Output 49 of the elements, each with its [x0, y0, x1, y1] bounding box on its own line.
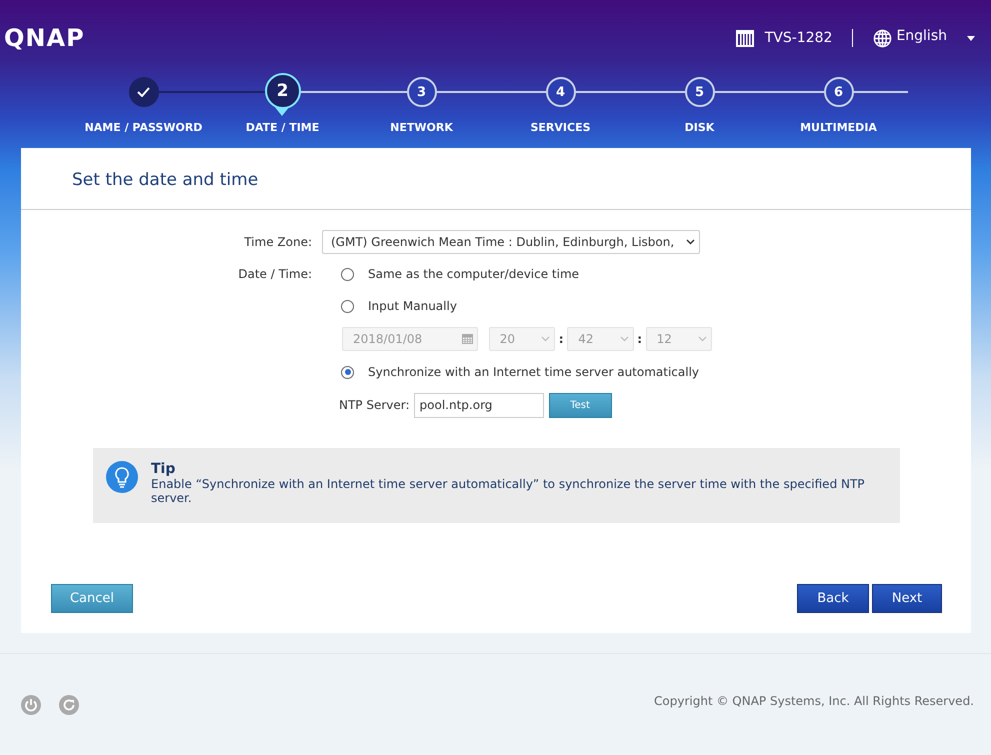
time-separator: : — [558, 332, 565, 346]
card-title: Set the date and time — [21, 148, 971, 210]
radio-button[interactable] — [341, 268, 354, 280]
step-label: NETWORK — [390, 121, 453, 134]
step-label: MULTIMEDIA — [800, 121, 877, 134]
step-number: 2 — [276, 81, 288, 101]
field-label: Time Zone: — [243, 234, 312, 251]
logo: QNAP — [4, 24, 85, 52]
ntp-server-field[interactable]: pool.ntp.org — [414, 392, 544, 418]
globe-icon[interactable] — [873, 28, 892, 48]
step-number: 6 — [834, 84, 844, 100]
copyright-text: Copyright © QNAP Systems, Inc. All Rights Reserved. — [654, 694, 974, 708]
step-number: 4 — [556, 84, 566, 100]
time-separator: : — [636, 332, 644, 346]
radio-button[interactable] — [341, 300, 354, 312]
chevron-icon — [541, 336, 550, 342]
step-indicator[interactable]: 5 — [684, 77, 714, 107]
radio-option[interactable]: Synchronize with an Internet time server automatically — [322, 356, 712, 388]
step-number: 5 — [694, 84, 704, 100]
caret-icon[interactable] — [967, 36, 975, 40]
calendar-icon — [462, 334, 473, 344]
chevron-icon — [620, 336, 629, 342]
device-name: TVS-1282 — [764, 30, 832, 46]
check-icon — [137, 87, 150, 97]
radio-option[interactable]: Same as the computer/device time — [322, 258, 712, 290]
step-number: 3 — [416, 84, 426, 100]
radio-button[interactable] — [341, 366, 354, 378]
step-label: DISK — [684, 121, 714, 134]
next-button[interactable]: Next — [872, 584, 942, 613]
chevron-icon — [698, 336, 708, 342]
tip-title: Tip — [151, 461, 176, 477]
time-zone-select[interactable]: (GMT) Greenwich Mean Time : Dublin, Edinburgh, Lisbon, — [322, 230, 700, 254]
step-label: SERVICES — [530, 121, 591, 134]
light-bulb-icon — [106, 461, 138, 493]
field-label: Date / Time: — [237, 266, 312, 283]
tip-text: Enable “Synchronize with an Internet time server automatically” to synchronize the server time with the specified NTP server. — [151, 477, 866, 505]
step-indicator[interactable]: 3 — [406, 77, 436, 107]
back-button[interactable]: Back — [797, 584, 869, 613]
radio-option[interactable]: Input Manually — [322, 290, 712, 322]
step-indicator[interactable] — [128, 77, 158, 107]
step-indicator[interactable]: 4 — [546, 77, 576, 107]
chevron-icon — [686, 239, 695, 245]
step-indicator[interactable]: 2 — [264, 73, 300, 109]
step-indicator[interactable]: 6 — [824, 77, 854, 107]
step-label: DATE / TIME — [246, 121, 320, 134]
language-selector[interactable]: English — [896, 28, 947, 44]
server-icon — [734, 29, 755, 47]
step-label: NAME / PASSWORD — [84, 121, 202, 134]
field-label: NTP Server: — [339, 398, 410, 412]
